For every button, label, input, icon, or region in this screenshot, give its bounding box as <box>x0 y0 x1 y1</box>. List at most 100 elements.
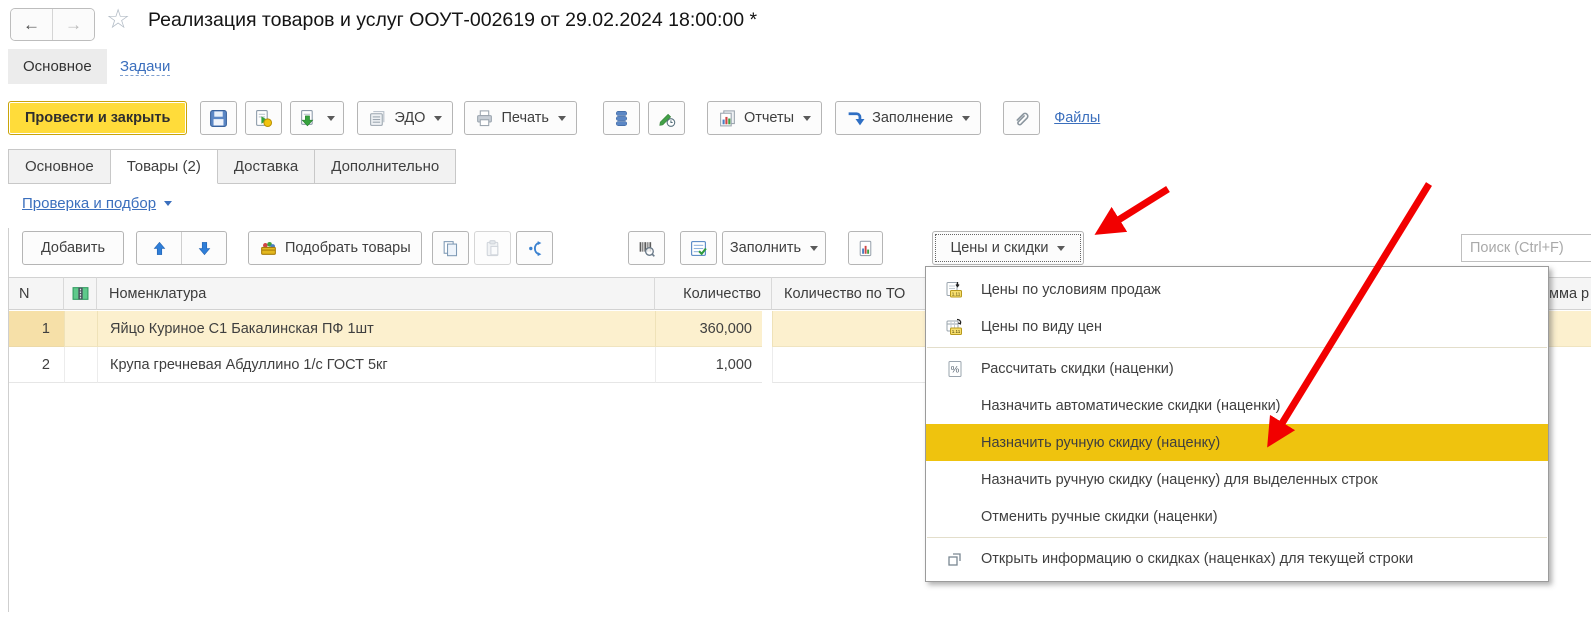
check-and-selection-label: Проверка и подбор <box>22 195 156 212</box>
pick-goods-button[interactable]: Подобрать товары <box>248 231 422 265</box>
menu-item-label: Отменить ручные скидки (наценки) <box>981 509 1218 525</box>
nomenclature-marker-icon <box>72 285 89 302</box>
column-header-sum-fragment[interactable]: мма р <box>1547 277 1591 310</box>
chevron-down-icon <box>803 116 811 121</box>
arrow-down-icon <box>196 240 213 257</box>
menu-item-prices-by-terms[interactable]: 1.11 Цены по условиям продаж <box>926 271 1548 308</box>
tab-main[interactable]: Основное <box>8 149 111 184</box>
barcode-scanner-icon <box>637 239 656 258</box>
move-row-down-button[interactable] <box>181 232 226 264</box>
column-header-nomenclature[interactable]: Номенклатура <box>97 277 655 310</box>
post-button[interactable] <box>245 101 282 135</box>
price-kind-table-icon: 1.11 <box>945 317 965 337</box>
cell-qty: 1,000 <box>655 347 762 383</box>
menu-item-calc-discounts[interactable]: % Рассчитать скидки (наценки) <box>926 350 1548 387</box>
paperclip-icon <box>1012 109 1031 128</box>
menu-item-cancel-manual-discounts[interactable]: Отменить ручные скидки (наценки) <box>926 498 1548 535</box>
column-header-marker[interactable] <box>64 277 97 310</box>
check-and-selection-link[interactable]: Проверка и подбор <box>22 195 172 212</box>
forward-icon: → <box>65 15 82 35</box>
fill-button[interactable]: Заполнение <box>835 101 981 135</box>
menu-item-manual-discount-selected-rows[interactable]: Назначить ручную скидку (наценку) для вы… <box>926 461 1548 498</box>
tab-additional[interactable]: Дополнительно <box>315 149 456 184</box>
cell-n: 2 <box>9 347 64 383</box>
print-button-label: Печать <box>501 110 549 126</box>
edo-button-label: ЭДО <box>394 110 425 126</box>
column-header-qty-label: Количество <box>683 286 761 302</box>
cell-n: 1 <box>9 311 64 347</box>
chevron-down-icon <box>1057 246 1065 251</box>
back-icon: ← <box>23 15 40 35</box>
cell-nomenclature: Крупа гречневая Абдуллино 1/с ГОСТ 5кг <box>97 347 655 383</box>
column-header-n-label: N <box>19 286 29 302</box>
pick-goods-label: Подобрать товары <box>285 240 411 256</box>
search-input[interactable] <box>1461 234 1591 262</box>
column-header-n[interactable]: N <box>9 277 64 310</box>
menu-item-open-discount-info[interactable]: Открыть информацию о скидках (наценках) … <box>926 540 1548 577</box>
menu-item-manual-discount[interactable]: Назначить ручную скидку (наценку) <box>926 424 1548 461</box>
chevron-down-icon <box>558 116 566 121</box>
menu-separator <box>927 347 1547 348</box>
menu-item-prices-by-kind[interactable]: 1.11 Цены по виду цен <box>926 308 1548 345</box>
svg-text:1.11: 1.11 <box>952 329 961 334</box>
tab-delivery[interactable]: Доставка <box>218 149 315 184</box>
tab-goods[interactable]: Товары (2) <box>111 149 218 184</box>
menu-item-auto-discounts[interactable]: Назначить автоматические скидки (наценки… <box>926 387 1548 424</box>
back-button[interactable]: ← <box>11 9 52 40</box>
chevron-down-icon <box>327 116 335 121</box>
files-link[interactable]: Файлы <box>1054 110 1100 126</box>
command-bar: Провести и закрыть ЭДО <box>8 100 1100 136</box>
split-row-button[interactable] <box>516 231 553 265</box>
cell-marker <box>64 347 97 383</box>
percent-document-icon: % <box>945 359 965 379</box>
reports-button-label: Отчеты <box>744 110 794 126</box>
print-button[interactable]: Печать <box>464 101 577 135</box>
post-and-close-button[interactable]: Провести и закрыть <box>8 101 187 135</box>
view-tab-main[interactable]: Основное <box>8 49 107 84</box>
document-window: ← → ☆ Реализация товаров и услуг ООУТ-00… <box>0 0 1591 618</box>
post-document-icon <box>254 109 273 128</box>
basket-icon <box>259 239 278 258</box>
registers-icon <box>612 109 631 128</box>
print-icon <box>475 109 494 128</box>
table-check-icon <box>689 239 708 258</box>
history-nav: ← → <box>10 8 95 41</box>
save-icon <box>209 109 228 128</box>
move-row-up-button[interactable] <box>137 232 181 264</box>
paste-rows-button[interactable] <box>474 231 511 265</box>
column-header-sum-label: мма р <box>1549 286 1589 302</box>
move-row-group <box>136 231 227 265</box>
edo-button[interactable]: ЭДО <box>357 101 453 135</box>
save-button[interactable] <box>200 101 237 135</box>
copy-rows-button[interactable] <box>432 231 469 265</box>
pencil-clock-icon <box>657 109 676 128</box>
cell-nomenclature: Яйцо Куриное С1 Бакалинская ПФ 1шт <box>97 311 655 347</box>
edit-history-button[interactable] <box>648 101 685 135</box>
prices-discounts-button[interactable]: Цены и скидки <box>932 231 1084 265</box>
barcode-search-button[interactable] <box>628 231 665 265</box>
fill-table-button[interactable] <box>680 231 717 265</box>
create-based-on-button[interactable] <box>290 101 344 135</box>
registers-button[interactable] <box>603 101 640 135</box>
chevron-down-icon <box>962 116 970 121</box>
view-tab-tasks[interactable]: Задачи <box>120 58 170 76</box>
cell-marker <box>64 311 97 347</box>
arrow-up-icon <box>151 240 168 257</box>
document-chart-icon <box>856 239 875 258</box>
arrow-to-prices-button <box>1104 189 1168 229</box>
chevron-down-icon <box>434 116 442 121</box>
open-window-icon <box>945 551 965 567</box>
cell-sum-fragment <box>1547 311 1591 347</box>
prices-discounts-label: Цены и скидки <box>951 240 1049 256</box>
fill-rows-button[interactable]: Заполнить <box>722 231 826 265</box>
row-chart-button[interactable] <box>848 231 883 265</box>
menu-item-label: Открыть информацию о скидках (наценках) … <box>981 551 1413 567</box>
reports-button[interactable]: Отчеты <box>707 101 822 135</box>
forward-button[interactable]: → <box>52 9 94 40</box>
attachments-button[interactable] <box>1003 101 1040 135</box>
copy-icon <box>441 239 460 258</box>
column-header-qty[interactable]: Количество <box>655 277 772 310</box>
add-row-button[interactable]: Добавить <box>22 231 124 265</box>
favorite-star-icon[interactable]: ☆ <box>106 6 130 33</box>
price-tag-document-icon: 1.11 <box>945 280 965 300</box>
